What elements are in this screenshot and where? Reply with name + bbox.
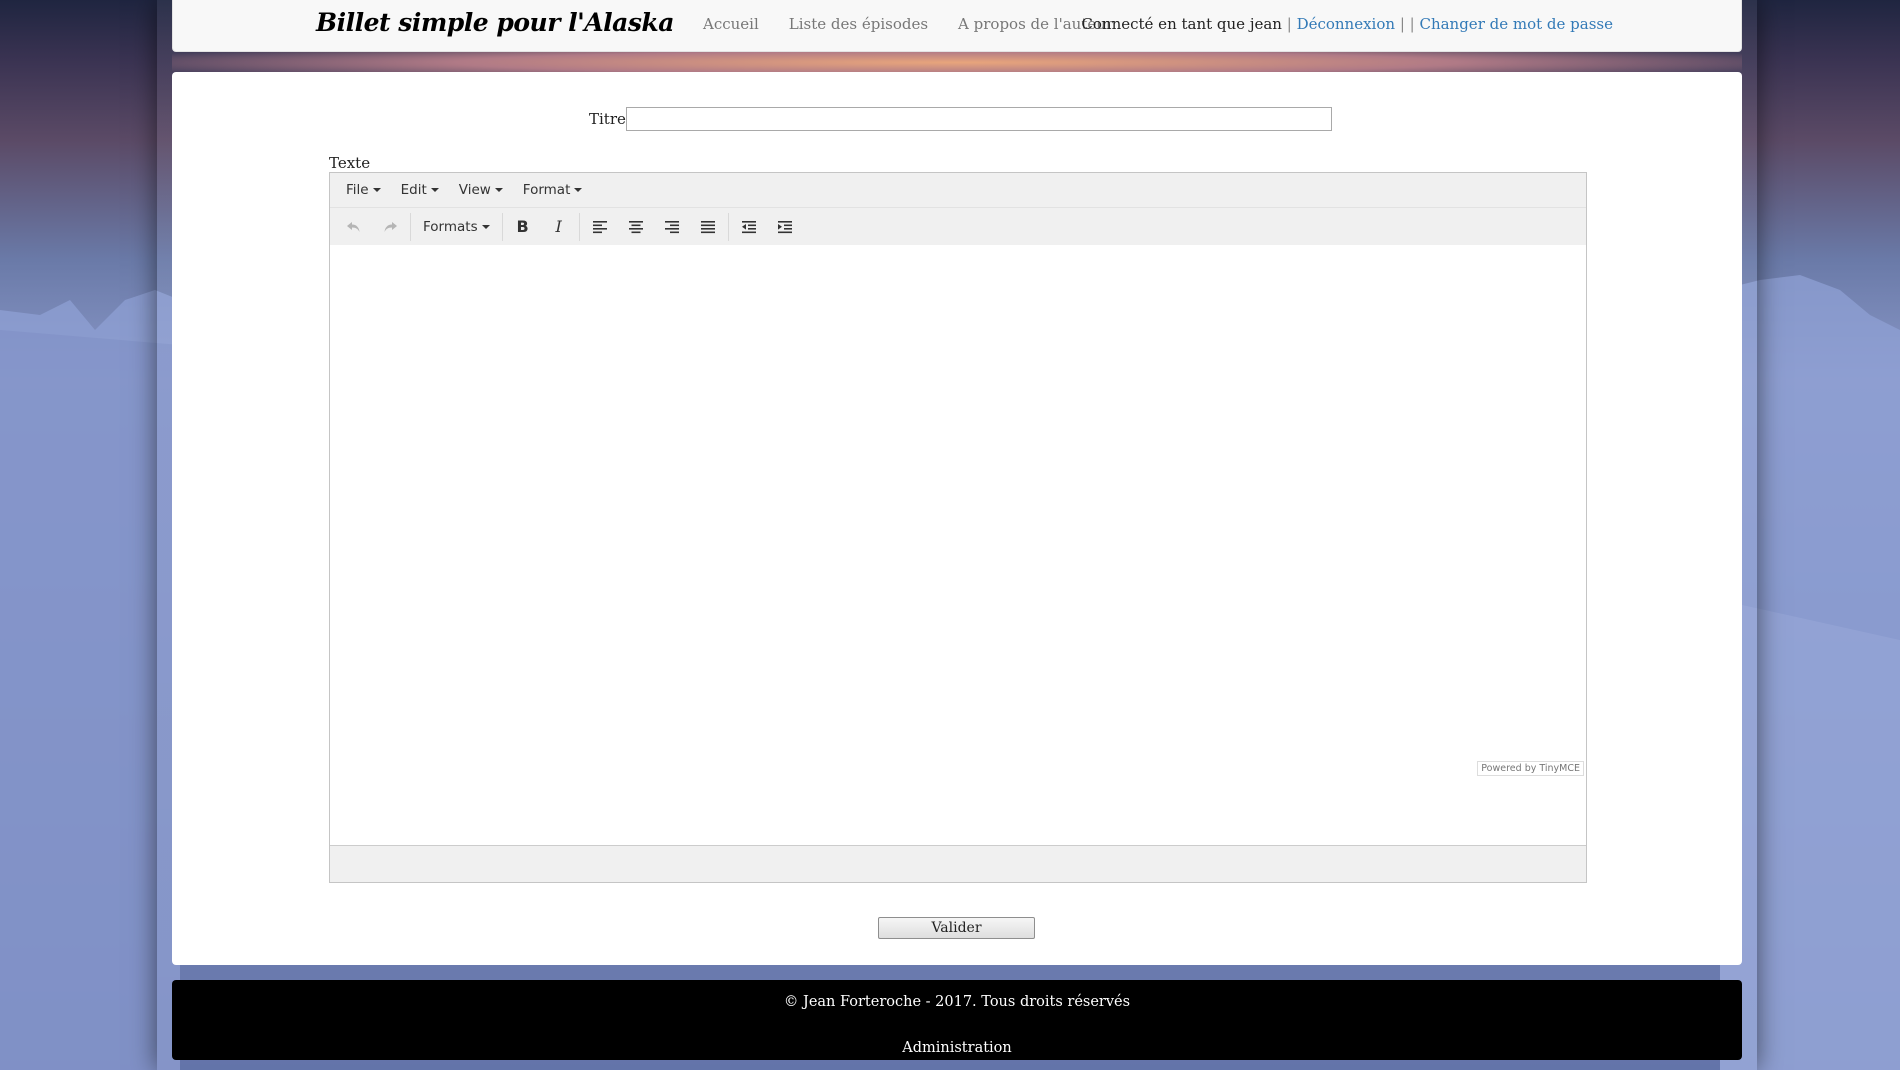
title-row: Titre — [589, 107, 1332, 131]
menu-file-label: File — [346, 182, 369, 198]
user-status: Connecté en tant que jean | Déconnexion … — [1081, 15, 1613, 33]
align-left-button[interactable] — [582, 212, 618, 242]
formats-label: Formats — [423, 218, 478, 235]
redo-icon — [384, 221, 397, 232]
chevron-down-icon — [430, 188, 439, 192]
align-justify-icon — [700, 220, 715, 233]
indent-icon — [777, 220, 792, 233]
menu-edit-label: Edit — [400, 182, 427, 198]
title-label: Titre — [589, 110, 626, 128]
outdent-icon — [741, 220, 756, 233]
menu-format-label: Format — [522, 182, 571, 198]
chevron-down-icon — [494, 188, 503, 192]
nav-liste-episodes[interactable]: Liste des épisodes — [789, 15, 928, 33]
formats-dropdown[interactable]: Formats — [413, 212, 500, 242]
chevron-down-icon — [481, 224, 490, 229]
connected-as-text: Connecté en tant que jean — [1081, 15, 1282, 33]
menu-format[interactable]: Format — [513, 182, 593, 198]
align-left-icon — [592, 220, 607, 233]
main-nav: Accueil Liste des épisodes A propos de l… — [703, 15, 1113, 33]
align-center-button[interactable] — [618, 212, 654, 242]
text-label: Texte — [329, 154, 371, 172]
nav-accueil[interactable]: Accueil — [703, 15, 759, 33]
editor-toolbar: Formats B I — [330, 208, 1586, 246]
main-content-panel: Titre Texte File Edit View Format Format… — [172, 72, 1742, 965]
page-footer: © Jean Forteroche - 2017. Tous droits ré… — [172, 980, 1742, 1060]
rich-text-editor: File Edit View Format Formats B I Powere… — [329, 172, 1587, 883]
indent-button[interactable] — [767, 212, 803, 242]
separator: | — [1281, 15, 1297, 33]
undo-icon — [347, 221, 360, 232]
editor-menubar: File Edit View Format — [330, 173, 1586, 208]
menu-view-label: View — [458, 182, 491, 198]
title-input[interactable] — [625, 107, 1332, 131]
toolbar-separator — [501, 212, 503, 241]
separator: | | — [1395, 15, 1420, 33]
top-navbar: Billet simple pour l'Alaska Accueil List… — [172, 0, 1742, 52]
submit-button[interactable]: Valider — [878, 917, 1035, 939]
align-right-icon — [664, 220, 679, 233]
align-right-button[interactable] — [654, 212, 690, 242]
italic-button[interactable]: I — [541, 212, 577, 242]
outdent-button[interactable] — [731, 212, 767, 242]
copyright-text: © Jean Forteroche - 2017. Tous droits ré… — [783, 994, 1131, 1010]
toolbar-separator — [727, 212, 729, 241]
chevron-down-icon — [372, 188, 381, 192]
align-center-icon — [628, 220, 643, 233]
menu-edit[interactable]: Edit — [391, 182, 449, 198]
powered-by-tinymce[interactable]: Powered by TinyMCE — [1477, 761, 1584, 776]
menu-view[interactable]: View — [449, 182, 513, 198]
italic-icon: I — [555, 217, 562, 236]
toolbar-separator — [578, 212, 580, 241]
align-justify-button[interactable] — [690, 212, 726, 242]
admin-link[interactable]: Administration — [172, 1040, 1742, 1056]
editor-statusbar — [330, 845, 1586, 882]
toolbar-separator — [410, 212, 411, 241]
bold-icon: B — [516, 217, 529, 236]
editor-content-area[interactable] — [330, 245, 1586, 846]
site-brand[interactable]: Billet simple pour l'Alaska — [316, 8, 674, 37]
redo-button[interactable] — [372, 212, 408, 242]
chevron-down-icon — [574, 188, 583, 192]
bold-button[interactable]: B — [505, 212, 541, 242]
mountain-background-left — [0, 290, 180, 1070]
menu-file[interactable]: File — [336, 182, 391, 198]
logout-link[interactable]: Déconnexion — [1297, 15, 1395, 33]
change-password-link[interactable]: Changer de mot de passe — [1419, 15, 1613, 33]
undo-button[interactable] — [336, 212, 372, 242]
